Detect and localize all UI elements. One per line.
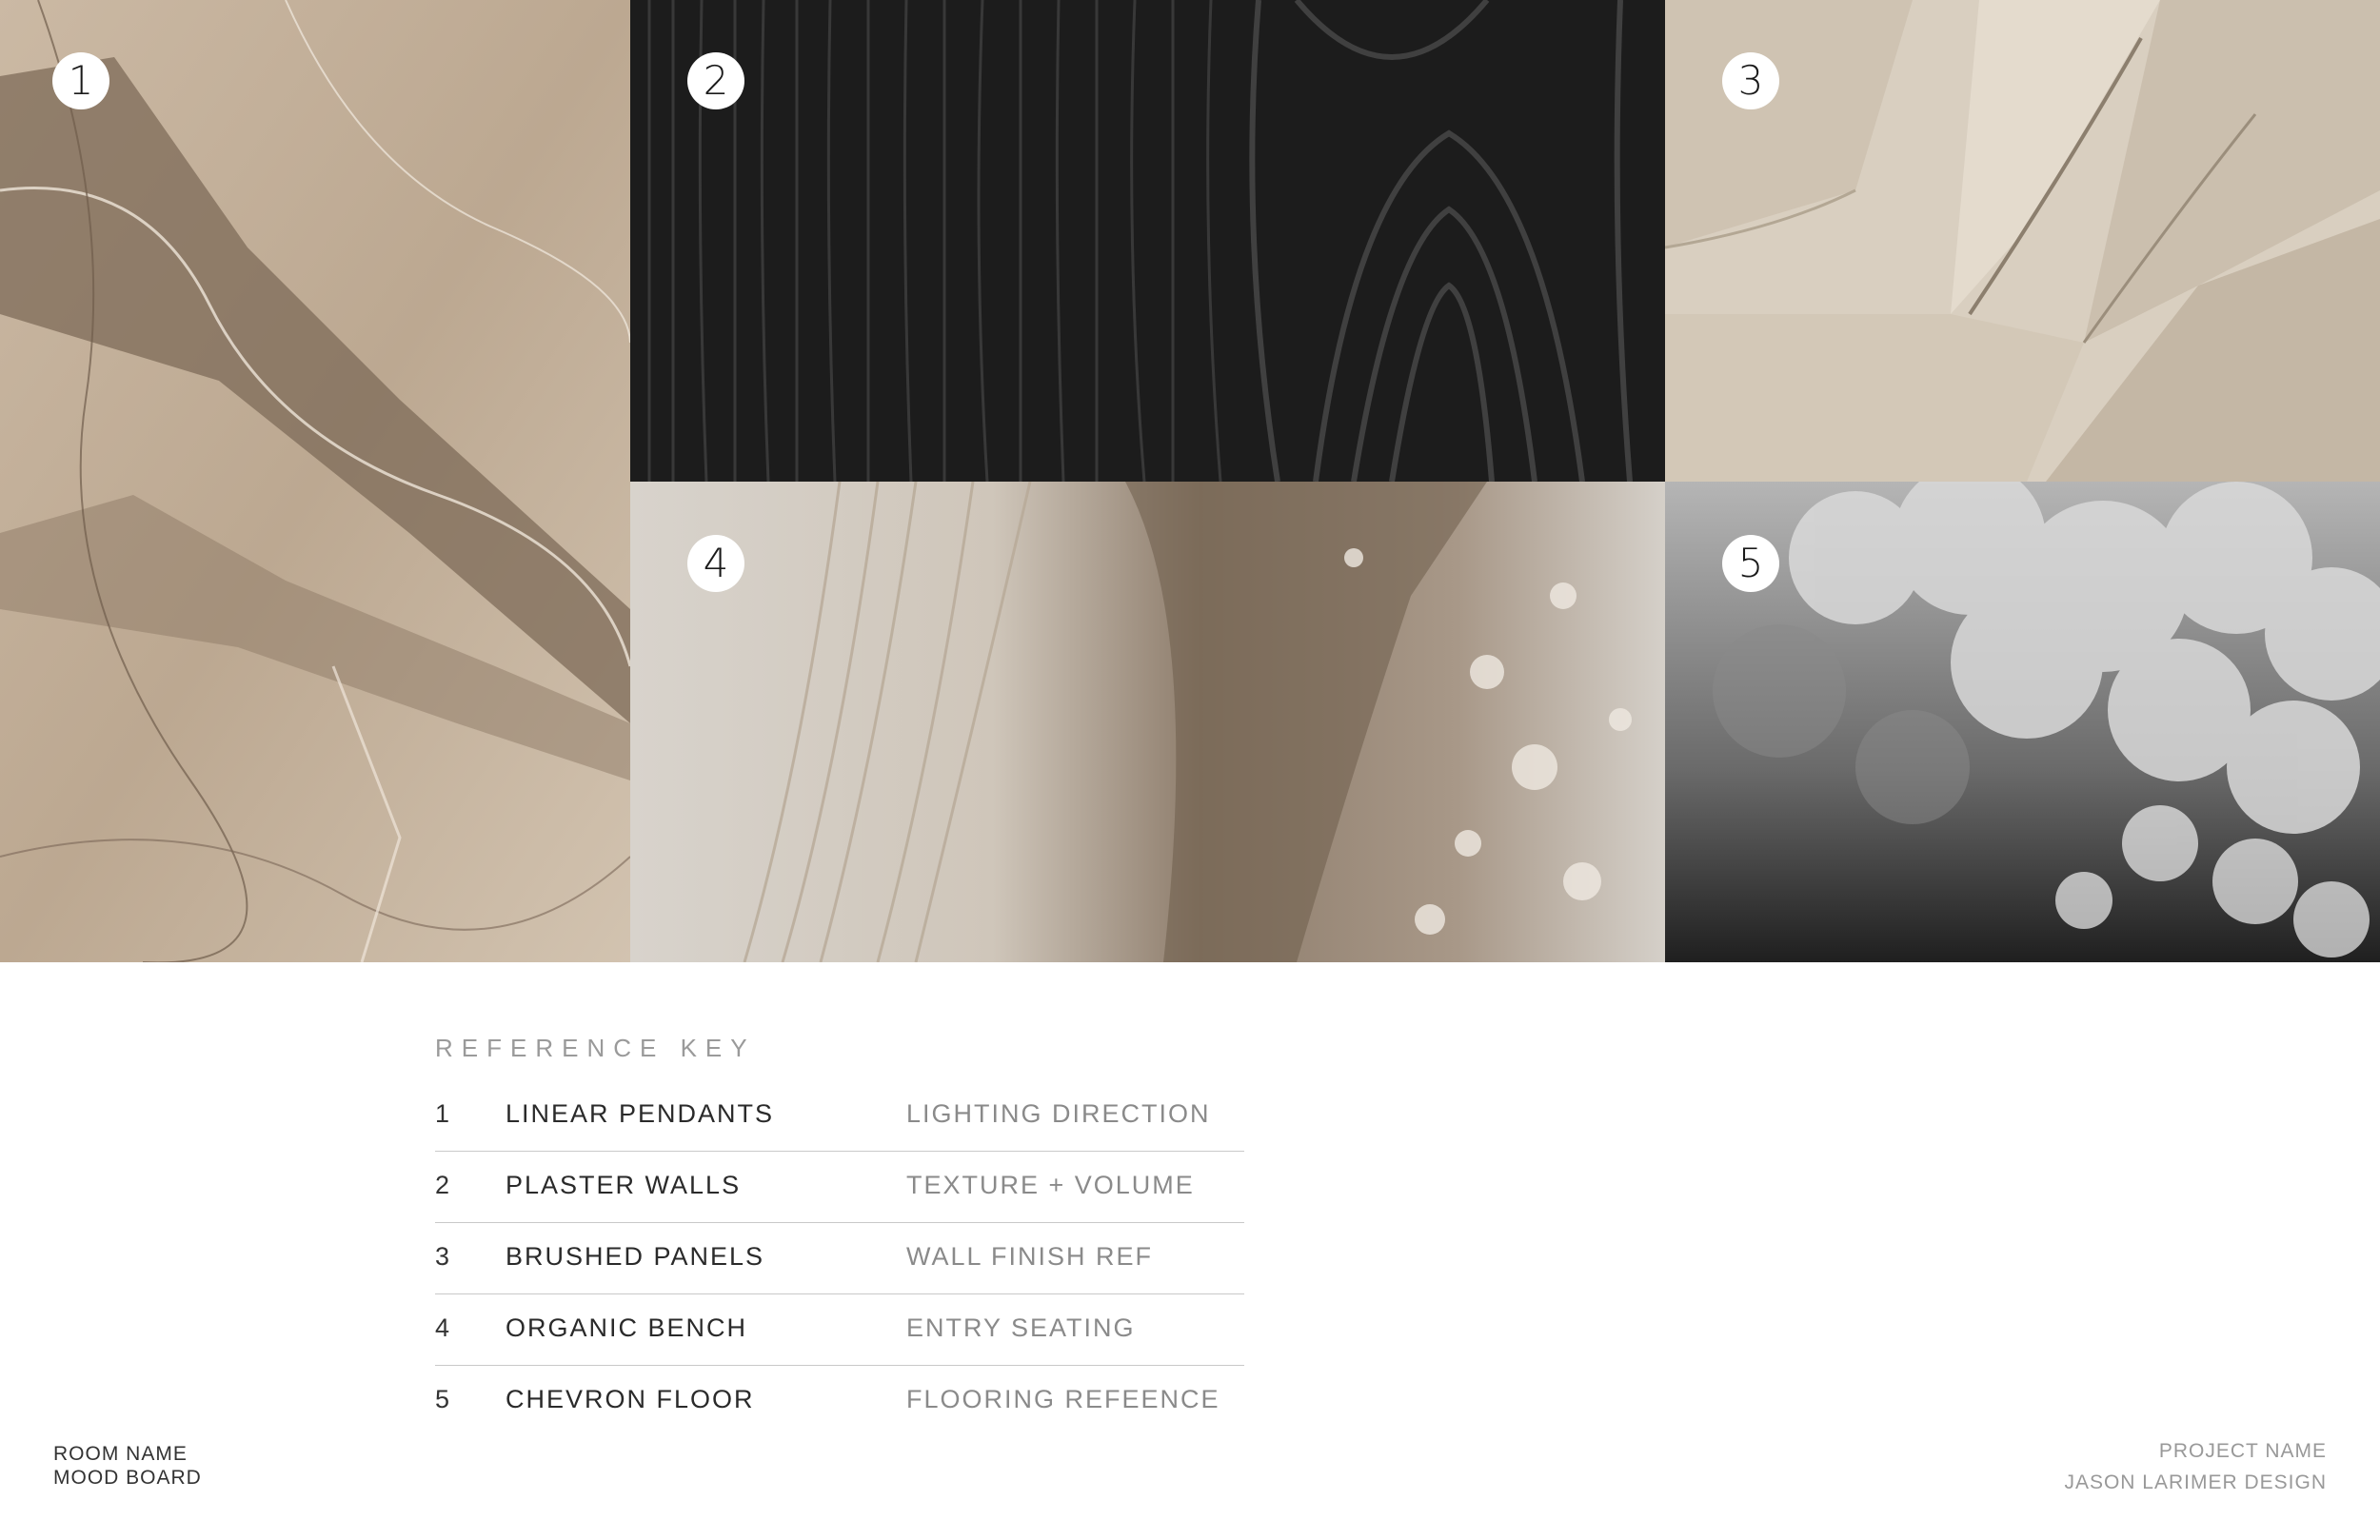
row-note: FLOORING REFEENCE bbox=[906, 1385, 1220, 1413]
onyx-texture-image: 4 bbox=[630, 482, 1665, 962]
rough-stone-texture-image: 3 bbox=[1665, 0, 2380, 482]
row-item: CHEVRON FLOOR bbox=[506, 1385, 755, 1413]
row-number: 1 bbox=[435, 1099, 452, 1128]
tile-number-badge: 5 bbox=[1722, 535, 1779, 592]
row-item: LINEAR PENDANTS bbox=[506, 1099, 775, 1128]
row-number: 4 bbox=[435, 1313, 452, 1342]
row-item: ORGANIC BENCH bbox=[506, 1313, 748, 1342]
row-number: 3 bbox=[435, 1242, 452, 1271]
reference-key-row: 4 ORGANIC BENCH ENTRY SEATING bbox=[435, 1294, 1244, 1366]
reference-key-row: 5 CHEVRON FLOOR FLOORING REFEENCE bbox=[435, 1366, 1244, 1436]
row-note: WALL FINISH REF bbox=[906, 1242, 1154, 1271]
reference-key-row: 1 LINEAR PENDANTS LIGHTING DIRECTION bbox=[435, 1080, 1244, 1152]
reference-key-row: 3 BRUSHED PANELS WALL FINISH REF bbox=[435, 1223, 1244, 1294]
row-number: 5 bbox=[435, 1385, 452, 1413]
marble-texture-image: 1 bbox=[0, 0, 630, 962]
row-item: BRUSHED PANELS bbox=[506, 1242, 765, 1271]
project-name: PROJECT NAME bbox=[2158, 1440, 2327, 1462]
reference-key-table: 1 LINEAR PENDANTS LIGHTING DIRECTION 2 P… bbox=[435, 1080, 1244, 1436]
row-item: PLASTER WALLS bbox=[506, 1171, 742, 1199]
designer-name: JASON LARIMER DESIGN bbox=[2064, 1471, 2327, 1493]
dark-wood-texture-image: 2 bbox=[630, 0, 1665, 482]
tile-number-badge: 1 bbox=[52, 52, 109, 109]
board-type: MOOD BOARD bbox=[53, 1467, 202, 1489]
tile-number-badge: 2 bbox=[687, 52, 744, 109]
row-note: ENTRY SEATING bbox=[906, 1313, 1136, 1342]
tile-number-badge: 3 bbox=[1722, 52, 1779, 109]
row-number: 2 bbox=[435, 1171, 452, 1199]
row-note: LIGHTING DIRECTION bbox=[906, 1099, 1211, 1128]
room-name: ROOM NAME bbox=[53, 1443, 188, 1465]
clouds-image: 5 bbox=[1665, 482, 2380, 962]
row-note: TEXTURE + VOLUME bbox=[906, 1171, 1195, 1199]
project-info: PROJECT NAME JASON LARIMER DESIGN bbox=[2064, 1435, 2327, 1498]
room-info: ROOM NAME MOOD BOARD bbox=[53, 1442, 202, 1490]
tile-number-badge: 4 bbox=[687, 535, 744, 592]
reference-key-row: 2 PLASTER WALLS TEXTURE + VOLUME bbox=[435, 1152, 1244, 1223]
reference-key-title: REFERENCE KEY bbox=[435, 1034, 756, 1062]
